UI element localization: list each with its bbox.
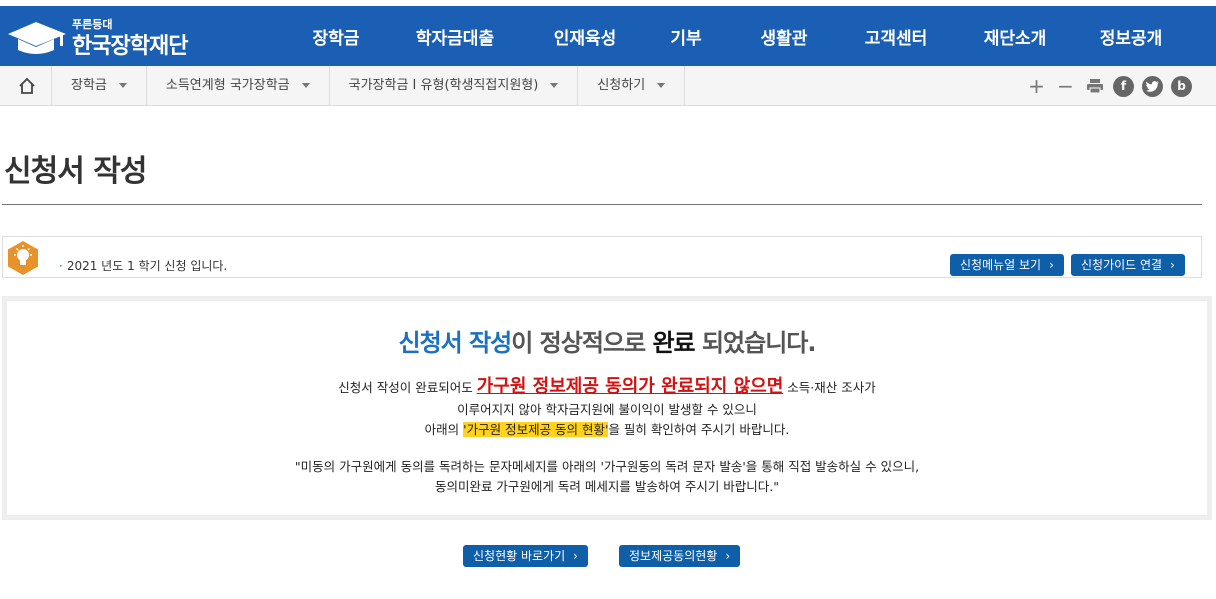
breadcrumb-scholarship[interactable]: 장학금 — [52, 66, 147, 106]
nav-scholarship[interactable]: 장학금 — [290, 6, 382, 66]
button-label: 신청현황 바로가기 — [473, 549, 566, 563]
bullet-icon: · — [59, 259, 63, 273]
chevron-right-icon: › — [573, 549, 578, 563]
chevron-right-icon: › — [1170, 258, 1175, 272]
nav-talent-development[interactable]: 인재육성 — [528, 6, 642, 66]
caret-down-icon — [550, 83, 559, 88]
text-part: 소득·재산 조사가 — [783, 380, 876, 395]
warning-line-2: 이루어지지 않아 학자금지원에 불이익이 발생할 수 있으니 — [457, 402, 757, 417]
breadcrumb-apply[interactable]: 신청하기 — [578, 66, 686, 106]
text-part: 신청서 작성이 완료되어도 — [338, 380, 477, 395]
breadcrumb-label: 국가장학금 I 유형(학생직접지원형) — [348, 78, 539, 93]
nav-about[interactable]: 재단소개 — [954, 6, 1076, 66]
application-status-button[interactable]: 신청현황 바로가기 › — [463, 545, 588, 567]
notice-label: 2021 년도 1 학기 신청 입니다. — [66, 259, 228, 273]
breadcrumb-type1[interactable]: 국가장학금 I 유형(학생직접지원형) — [330, 66, 579, 106]
breadcrumb-income-linked[interactable]: 소득연계형 국가장학금 — [147, 66, 330, 106]
notice-bar: · 2021 년도 1 학기 신청 입니다. 신청메뉴얼 보기 › 신청가이드 연결… — [2, 236, 1202, 278]
home-icon — [18, 77, 35, 94]
instruction-line-2: 동의미완료 가구원에게 독려 메세지를 발송하여 주시기 바랍니다." — [434, 479, 780, 494]
heading-part: 완료 — [652, 329, 695, 357]
nav-dormitory[interactable]: 생활관 — [730, 6, 838, 66]
graduation-cap-icon — [8, 22, 66, 54]
blog-icon[interactable]: b — [1171, 75, 1192, 97]
location-bar: 장학금 소득연계형 국가장학금 국가장학금 I 유형(학생직접지원형) 신청하기… — [0, 66, 1216, 106]
home-button[interactable] — [2, 66, 52, 106]
button-label: 신청가이드 연결 — [1081, 258, 1163, 272]
facebook-icon[interactable]: f — [1113, 75, 1134, 97]
warning-emphasis: 가구원 정보제공 동의가 완료되지 않으면 — [476, 376, 784, 397]
nav-donation[interactable]: 기부 — [642, 6, 730, 66]
chevron-right-icon: › — [1049, 258, 1054, 272]
twitter-icon[interactable] — [1142, 75, 1163, 97]
heading-part: 신청서 작성 — [398, 329, 512, 357]
breadcrumb: 장학금 소득연계형 국가장학금 국가장학금 I 유형(학생직접지원형) 신청하기 — [52, 66, 686, 106]
notice-text: · 2021 년도 1 학기 신청 입니다. — [59, 257, 227, 274]
heading-part: 이 정상적으로 — [511, 329, 653, 357]
highlighted-text: '가구원 정보제공 동의 현황' — [463, 422, 609, 437]
text-part: 을 필히 확인하여 주시기 바랍니다. — [608, 422, 790, 437]
nav-student-loan[interactable]: 학자금대출 — [382, 6, 528, 66]
button-label: 신청메뉴얼 보기 — [960, 258, 1042, 272]
nav-customer-center[interactable]: 고객센터 — [838, 6, 954, 66]
caret-down-icon — [118, 83, 127, 88]
warning-line-3: 아래의 '가구원 정보제공 동의 현황'을 필히 확인하여 주시기 바랍니다. — [7, 419, 1207, 438]
instruction-line-1: "미동의 가구원에게 동의를 독려하는 문자메세지를 아래의 '가구원동의 독려… — [294, 459, 920, 474]
lightbulb-icon — [8, 241, 38, 275]
warning-line-1: 신청서 작성이 완료되어도 가구원 정보제공 동의가 완료되지 않으면 소득·재… — [7, 372, 1207, 398]
chevron-right-icon: › — [725, 549, 731, 563]
guide-button[interactable]: 신청가이드 연결 › — [1071, 254, 1185, 276]
page-title: 신청서 작성 — [4, 154, 147, 189]
manual-button[interactable]: 신청메뉴얼 보기 › — [950, 254, 1064, 276]
caret-down-icon — [657, 83, 666, 88]
kosaf-logo[interactable]: 푸른등대 한국장학재단 — [6, 14, 206, 62]
breadcrumb-label: 소득연계형 국가장학금 — [165, 78, 290, 93]
nav-disclosure[interactable]: 정보공개 — [1076, 6, 1186, 66]
main-nav: 장학금 학자금대출 인재육성 기부 생활관 고객센터 재단소개 정보공개 — [290, 6, 1186, 66]
utility-icons: + − f b — [1026, 66, 1192, 106]
logo-text: 한국장학재단 — [72, 34, 188, 59]
minus-icon[interactable]: − — [1055, 74, 1076, 98]
consent-status-button[interactable]: 정보제공동의현황 › — [619, 545, 741, 567]
completion-message-box: 신청서 작성이 정상적으로 완료 되었습니다. 신청서 작성이 완료되어도 가구… — [2, 296, 1212, 520]
breadcrumb-label: 장학금 — [71, 78, 107, 93]
button-label: 정보제공동의현황 — [629, 549, 718, 563]
plus-icon[interactable]: + — [1026, 74, 1047, 98]
breadcrumb-label: 신청하기 — [597, 78, 646, 93]
caret-down-icon — [301, 83, 310, 88]
text-part: 아래의 — [424, 422, 464, 437]
print-icon[interactable] — [1084, 76, 1105, 97]
top-navigation-bar: 푸른등대 한국장학재단 장학금 학자금대출 인재육성 기부 생활관 고객센터 재… — [0, 6, 1216, 66]
title-divider — [2, 204, 1202, 205]
heading-part: 되었습니다. — [694, 329, 817, 357]
completion-heading: 신청서 작성이 정상적으로 완료 되었습니다. — [7, 323, 1207, 358]
